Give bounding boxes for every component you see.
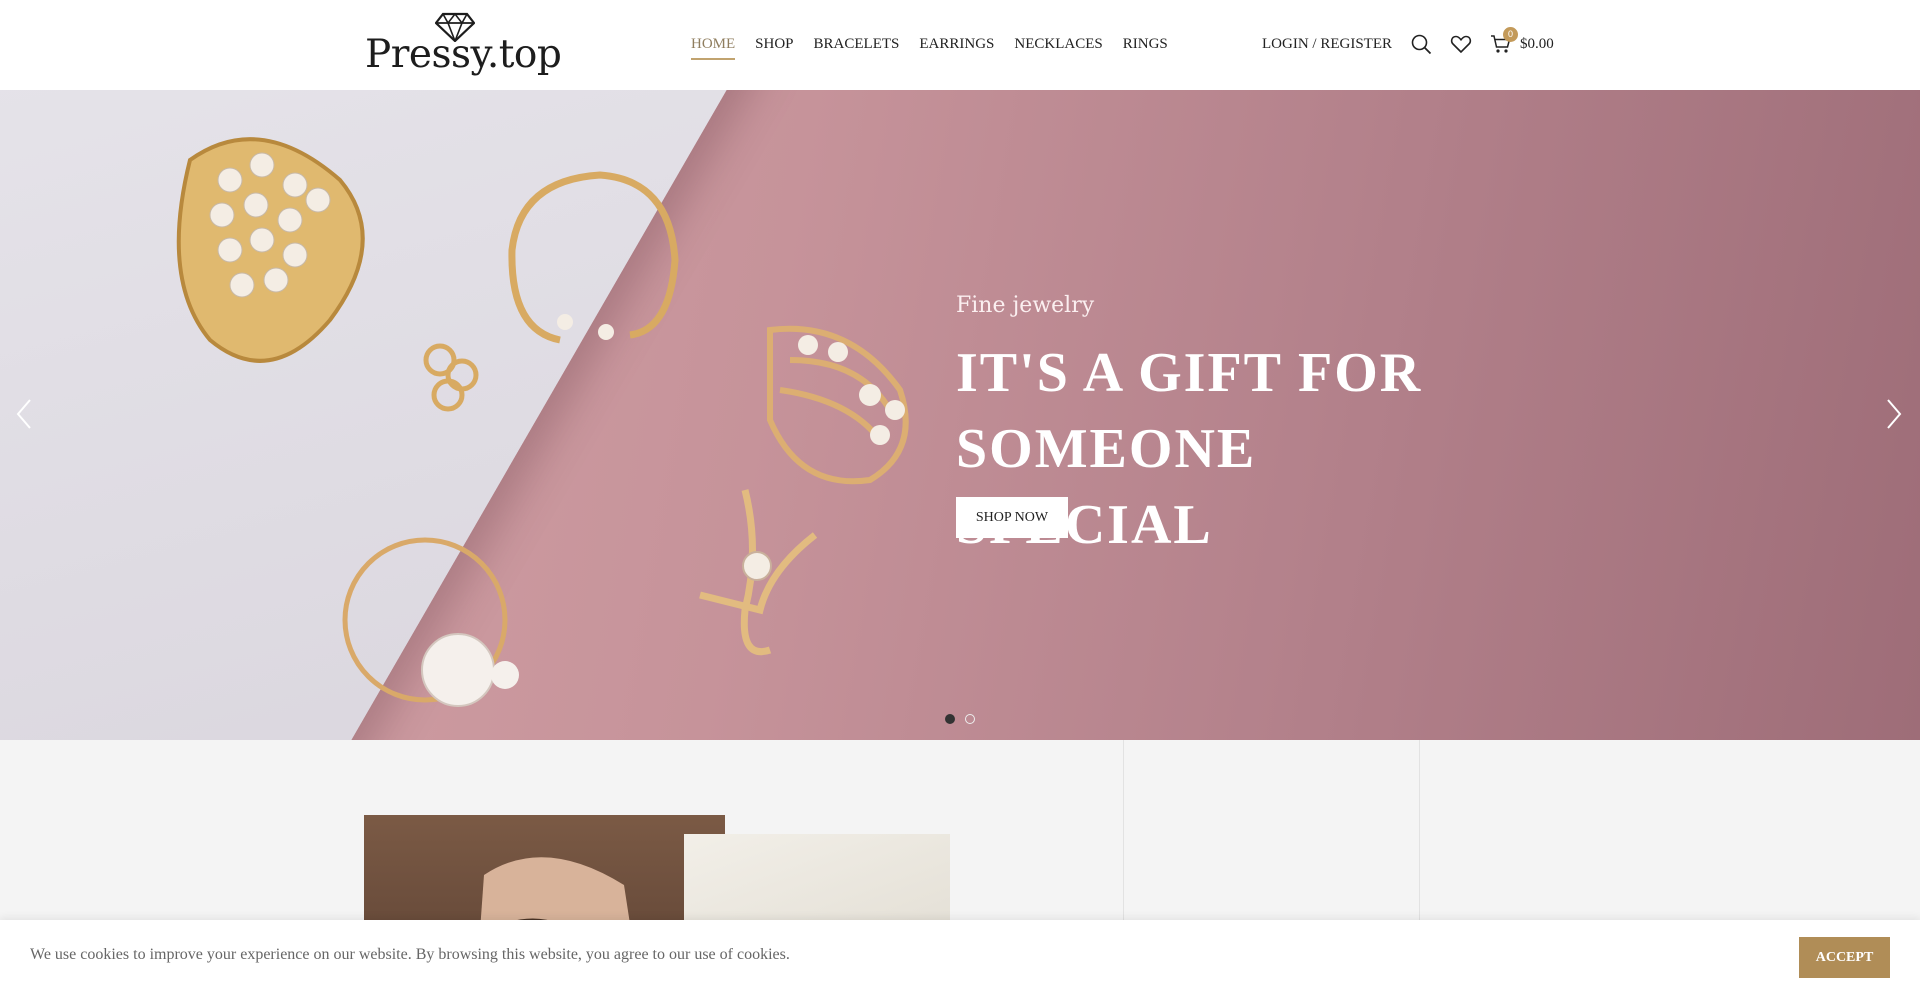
slider-dot-1[interactable] bbox=[945, 714, 955, 724]
nav-earrings[interactable]: EARRINGS bbox=[919, 33, 994, 57]
nav-shop[interactable]: SHOP bbox=[755, 33, 793, 57]
cookie-notice: We use cookies to improve your experienc… bbox=[0, 920, 1920, 993]
site-header: Pressy.top HOME SHOP BRACELETS EARRINGS … bbox=[0, 0, 1920, 90]
open-bangle-image bbox=[508, 171, 679, 344]
cart-count-badge: 0 bbox=[1503, 27, 1518, 42]
pearl-cuff-image bbox=[176, 137, 365, 363]
pearl-bangle-image bbox=[342, 537, 519, 707]
cookie-text: We use cookies to improve your experienc… bbox=[30, 946, 790, 963]
main-nav: HOME SHOP BRACELETS EARRINGS NECKLACES R… bbox=[691, 33, 1168, 60]
shop-now-button[interactable]: SHOP NOW bbox=[956, 497, 1068, 538]
search-icon[interactable] bbox=[1410, 33, 1432, 55]
slider-pagination bbox=[945, 714, 975, 724]
site-logo[interactable]: Pressy.top bbox=[365, 10, 562, 80]
accept-cookies-button[interactable]: ACCEPT bbox=[1799, 937, 1890, 978]
flower-ring-image bbox=[423, 343, 479, 412]
header-actions: LOGIN / REGISTER 0 $0.00 bbox=[1262, 27, 1554, 58]
slider-prev-arrow-icon[interactable] bbox=[12, 396, 36, 432]
cart-button[interactable]: 0 $0.00 bbox=[1490, 27, 1554, 55]
hero-slider: Fine jewelry IT'S A GIFT FOR SOMEONE SPE… bbox=[0, 90, 1920, 740]
heart-icon[interactable] bbox=[1450, 33, 1472, 55]
nav-bracelets[interactable]: BRACELETS bbox=[814, 33, 900, 57]
hero-subtitle: Fine jewelry bbox=[956, 293, 1095, 318]
slider-dot-2[interactable] bbox=[965, 714, 975, 724]
slider-next-arrow-icon[interactable] bbox=[1882, 396, 1906, 432]
login-register-link[interactable]: LOGIN / REGISTER bbox=[1262, 36, 1392, 53]
nav-home[interactable]: HOME bbox=[691, 33, 736, 60]
nav-rings[interactable]: RINGS bbox=[1123, 33, 1168, 57]
nav-necklaces[interactable]: NECKLACES bbox=[1014, 33, 1102, 57]
cart-total: $0.00 bbox=[1520, 35, 1554, 52]
logo-text: Pressy.top bbox=[365, 32, 562, 77]
